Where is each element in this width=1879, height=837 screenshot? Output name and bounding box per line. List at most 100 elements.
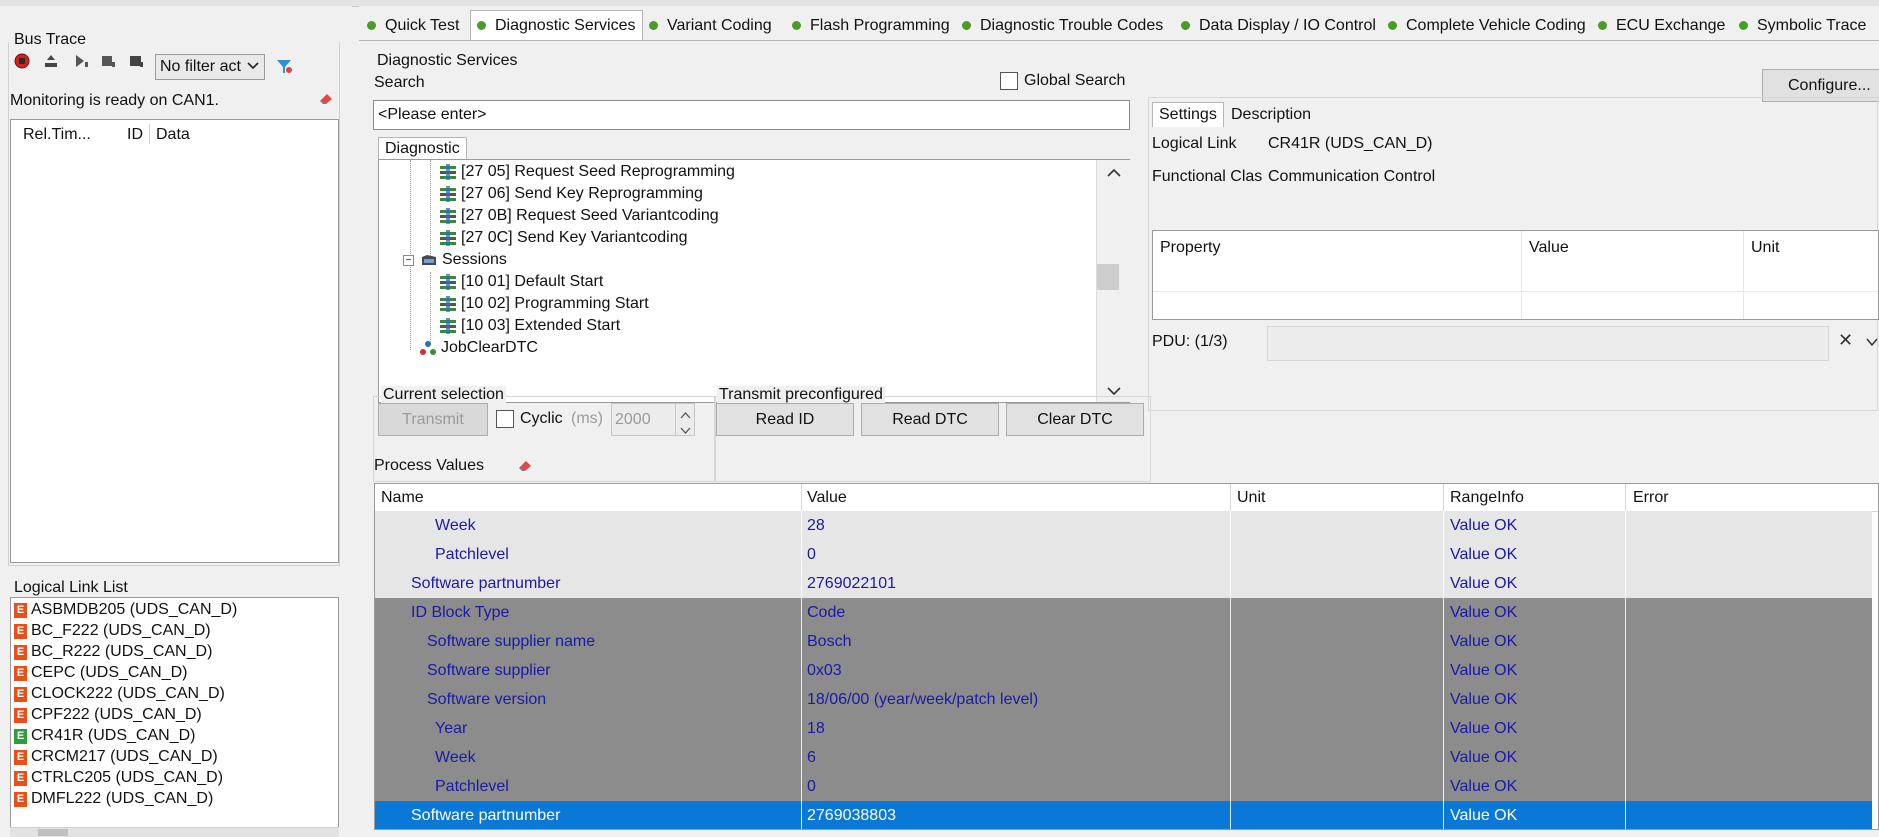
- tree-item[interactable]: [10 03] Extended Start: [439, 315, 620, 337]
- tab-quick-test[interactable]: Quick Test: [367, 12, 459, 39]
- interval-stepper[interactable]: [675, 404, 695, 435]
- tree-item[interactable]: JobClearDTC: [419, 337, 538, 359]
- list-item[interactable]: E CTRLC205 (UDS_CAN_D): [14, 768, 223, 788]
- tab-description[interactable]: Description: [1227, 104, 1315, 127]
- ecu-icon: E: [14, 686, 27, 702]
- tab-diagnostic-trouble-codes[interactable]: Diagnostic Trouble Codes: [962, 12, 1163, 39]
- table-row[interactable]: Software supplier 0x03 Value OK: [375, 656, 1872, 685]
- scrollbar-thumb[interactable]: [1097, 264, 1119, 290]
- export-icon[interactable]: [40, 50, 62, 72]
- table-row[interactable]: Software version 18/06/00 (year/week/patc…: [375, 685, 1872, 714]
- table-row[interactable]: Week 28 Value OK: [375, 511, 1872, 540]
- tab-symbolic-trace[interactable]: Symbolic Trace: [1739, 12, 1866, 39]
- stop-icon[interactable]: [125, 50, 147, 72]
- chevron-up-icon[interactable]: [1106, 166, 1122, 184]
- table-row[interactable]: Patchlevel 0 Value OK: [375, 540, 1872, 569]
- list-item[interactable]: E CLOCK222 (UDS_CAN_D): [14, 684, 225, 704]
- tree-scrollbar[interactable]: [1096, 160, 1130, 402]
- record-icon[interactable]: [11, 50, 33, 72]
- col-divider: [149, 124, 150, 144]
- table-row[interactable]: Patchlevel 0 Value OK: [375, 772, 1872, 801]
- list-item[interactable]: E CPF222 (UDS_CAN_D): [14, 705, 202, 725]
- tree-item[interactable]: [10 02] Programming Start: [439, 293, 649, 315]
- transmit-button[interactable]: Transmit: [378, 403, 488, 436]
- global-search-checkbox[interactable]: Global Search: [1000, 72, 1125, 90]
- tree-item[interactable]: [10 01] Default Start: [439, 271, 603, 293]
- eraser-icon[interactable]: [517, 458, 533, 477]
- col-divider: [1230, 511, 1231, 540]
- clear-dtc-button[interactable]: Clear DTC: [1006, 403, 1144, 436]
- list-item[interactable]: E CEPC (UDS_CAN_D): [14, 663, 187, 683]
- collapse-toggle-icon[interactable]: −: [403, 254, 414, 266]
- list-item-label: CLOCK222 (UDS_CAN_D): [31, 685, 225, 702]
- table-row[interactable]: Software supplier name Bosch Value OK: [375, 627, 1872, 656]
- col-property[interactable]: Property: [1160, 239, 1220, 257]
- search-input[interactable]: <Please enter>: [373, 100, 1130, 130]
- tab-diagnostic[interactable]: Diagnostic: [378, 137, 467, 159]
- pause-icon[interactable]: [97, 50, 119, 72]
- status-dot-icon: [962, 21, 971, 30]
- list-item[interactable]: E ASBMDB205 (UDS_CAN_D): [14, 600, 237, 620]
- close-icon[interactable]: ✕: [1838, 330, 1853, 351]
- filter-icon[interactable]: [273, 55, 295, 77]
- tab-data-display-io-control[interactable]: Data Display / IO Control: [1181, 12, 1376, 39]
- read-id-button[interactable]: Read ID: [716, 403, 854, 436]
- tab-flash-programming[interactable]: Flash Programming: [792, 12, 950, 39]
- col-value[interactable]: Value: [1529, 239, 1569, 257]
- tab-label: ECU Exchange: [1616, 16, 1726, 34]
- list-item[interactable]: E CRCM217 (UDS_CAN_D): [14, 747, 218, 767]
- tab-settings[interactable]: Settings: [1152, 102, 1224, 127]
- tree-item[interactable]: [27 05] Request Seed Reprogramming: [439, 161, 735, 183]
- list-item[interactable]: E BC_F222 (UDS_CAN_D): [14, 621, 211, 641]
- table-row[interactable]: ID Block Type Code Value OK: [375, 598, 1872, 627]
- col-value[interactable]: Value: [807, 489, 847, 507]
- read-dtc-button[interactable]: Read DTC: [861, 403, 999, 436]
- list-item-label: CR41R (UDS_CAN_D): [31, 727, 196, 744]
- tab-complete-vehicle-coding[interactable]: Complete Vehicle Coding: [1388, 12, 1586, 39]
- table-row[interactable]: Software partnumber 2769038803 Value OK: [375, 801, 1872, 829]
- cyclic-checkbox[interactable]: Cyclic: [496, 410, 563, 428]
- scrollbar-thumb[interactable]: [38, 829, 68, 836]
- trace-list[interactable]: Rel.Tim... ID Data: [10, 119, 339, 563]
- table-row[interactable]: Week 6 Value OK: [375, 743, 1872, 772]
- cell-name: Software supplier name: [427, 632, 596, 650]
- play-step-icon[interactable]: [70, 50, 92, 72]
- table-row[interactable]: Year 18 Value OK: [375, 714, 1872, 743]
- list-item[interactable]: E CR41R (UDS_CAN_D): [14, 726, 195, 746]
- list-item[interactable]: E BC_R222 (UDS_CAN_D): [14, 642, 212, 662]
- cell-value: Code: [807, 603, 846, 621]
- col-rangeinfo[interactable]: RangeInfo: [1450, 489, 1524, 507]
- col-unit[interactable]: Unit: [1237, 489, 1265, 507]
- tree-folder[interactable]: − Sessions: [403, 249, 507, 271]
- eraser-icon[interactable]: [318, 91, 334, 110]
- cell-value: 2769038803: [807, 806, 896, 824]
- tab-ecu-exchange[interactable]: ECU Exchange: [1598, 12, 1725, 39]
- col-error[interactable]: Error: [1633, 489, 1669, 507]
- service-tree[interactable]: [27 05] Request Seed Reprogramming [27 06…: [378, 159, 1130, 403]
- col-data[interactable]: Data: [156, 126, 190, 144]
- tree-item[interactable]: [27 0B] Request Seed Variantcoding: [439, 205, 719, 227]
- pdu-field[interactable]: [1267, 326, 1829, 361]
- chevron-down-icon[interactable]: [680, 422, 691, 440]
- tree-item[interactable]: [27 0C] Send Key Variantcoding: [439, 227, 688, 249]
- table-row[interactable]: Software partnumber 2769022101 Value OK: [375, 569, 1872, 598]
- col-divider: [1230, 656, 1231, 685]
- status-dot-icon: [792, 21, 801, 30]
- col-divider: [1521, 231, 1522, 319]
- horizontal-scrollbar[interactable]: [10, 827, 339, 837]
- chevron-down-icon[interactable]: [1865, 335, 1879, 353]
- col-name[interactable]: Name: [381, 489, 424, 507]
- col-id[interactable]: ID: [127, 126, 143, 144]
- checkbox-box[interactable]: [496, 410, 514, 428]
- col-unit[interactable]: Unit: [1751, 239, 1779, 257]
- checkbox-box[interactable]: [1000, 72, 1018, 90]
- process-values-table[interactable]: Name Value Unit RangeInfo Error Week 28 Va…: [374, 483, 1879, 830]
- tab-variant-coding[interactable]: Variant Coding: [649, 12, 772, 39]
- col-rel-time[interactable]: Rel.Tim...: [23, 126, 91, 144]
- cyclic-label: Cyclic: [520, 410, 563, 427]
- list-item[interactable]: E DMFL222 (UDS_CAN_D): [14, 789, 213, 809]
- property-table[interactable]: Property Value Unit: [1152, 230, 1879, 320]
- tree-item[interactable]: [27 06] Send Key Reprogramming: [439, 183, 703, 205]
- tab-diagnostic-services[interactable]: Diagnostic Services: [470, 10, 643, 40]
- logical-link-list[interactable]: E ASBMDB205 (UDS_CAN_D) E BC_F222 (UDS_CAN_…: [10, 597, 339, 830]
